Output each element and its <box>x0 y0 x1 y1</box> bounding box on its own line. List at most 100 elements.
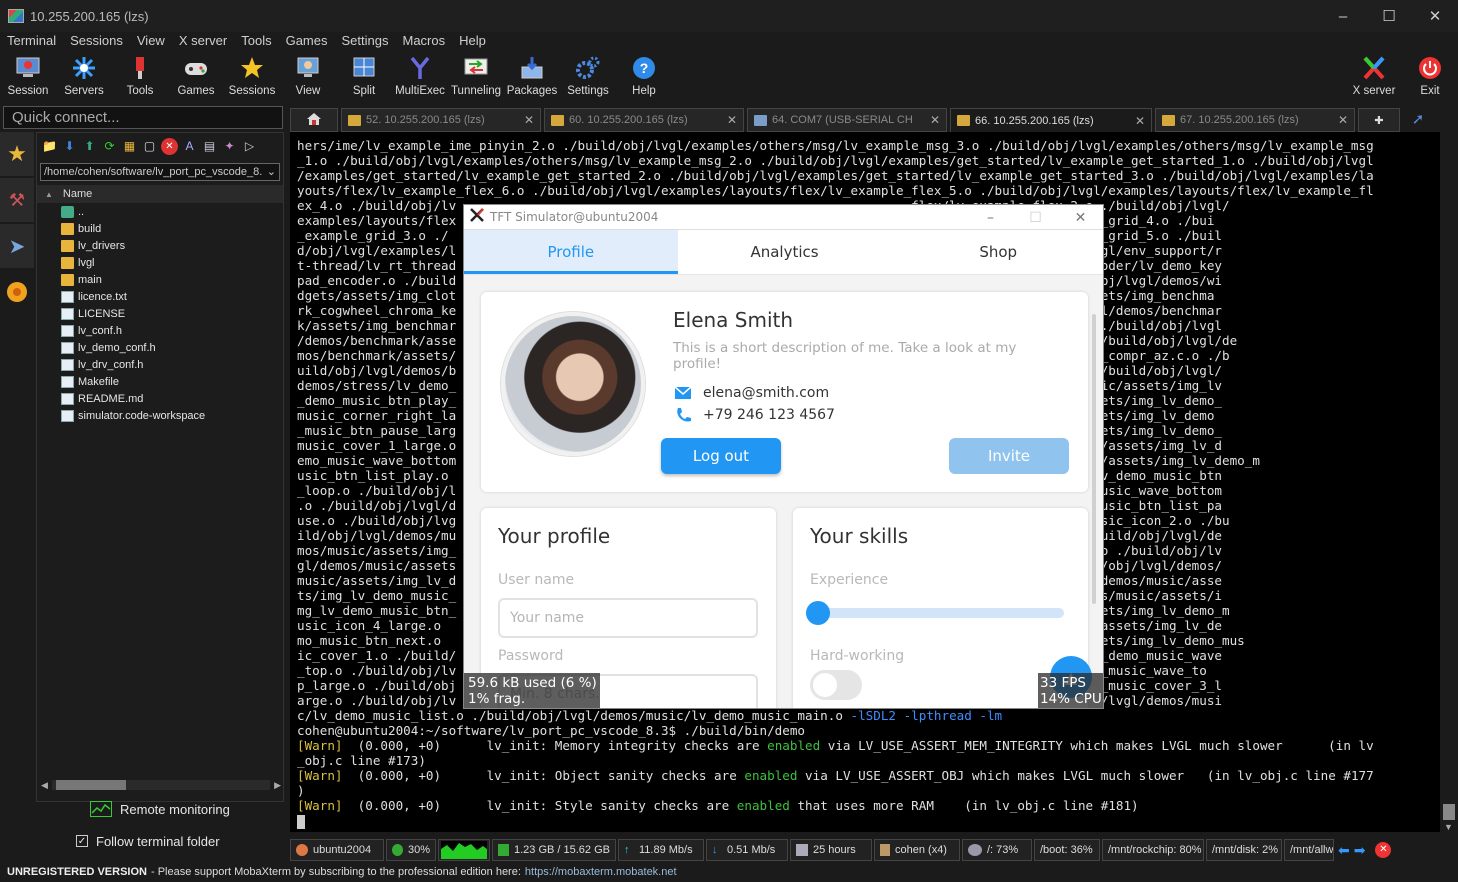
tab-session-60[interactable]: 60. 10.255.200.165 (lzs) ✕ <box>544 108 744 132</box>
new-folder-icon[interactable]: ▦ <box>121 138 138 155</box>
invite-button[interactable]: Invite <box>949 438 1069 474</box>
sidebar-hscrollbar[interactable]: ◀ ▶ <box>41 778 281 792</box>
upload-icon[interactable]: ⬆ <box>81 138 98 155</box>
toolbar-sessions-button[interactable]: Sessions <box>224 51 280 103</box>
toolbar-servers-button[interactable]: Servers <box>56 51 112 103</box>
close-status-icon[interactable]: ✕ <box>1375 842 1392 858</box>
status-disk-mnt[interactable]: /mnt/disk: 2% <box>1206 839 1282 861</box>
delete-icon[interactable]: ✕ <box>161 137 178 155</box>
properties-icon[interactable]: ▤ <box>201 138 218 155</box>
tab-session-67[interactable]: 67. 10.255.200.165 (lzs) ✕ <box>1155 108 1355 132</box>
attach-icon[interactable]: ➚ <box>1403 106 1433 132</box>
menu-terminal[interactable]: Terminal <box>0 32 63 51</box>
remote-path-input[interactable]: /home/cohen/software/lv_port_pc_vscode_8… <box>40 163 280 181</box>
file-item-lv-drv-conf-h[interactable]: lv_drv_conf.h <box>37 356 283 373</box>
toolbar-help-button[interactable]: ? Help <box>616 51 672 103</box>
scroll-down-icon[interactable]: ▼ <box>1444 822 1453 832</box>
toolbar-multiexec-button[interactable]: MultiExec <box>392 51 448 103</box>
sim-minimize-button[interactable]: – <box>968 205 1013 230</box>
tab-home[interactable] <box>290 108 338 132</box>
minimize-button[interactable]: – <box>1320 0 1366 32</box>
file-item-lvgl[interactable]: lvgl <box>37 254 283 271</box>
rename-icon[interactable]: A <box>181 138 198 155</box>
menu-view[interactable]: View <box>130 32 172 51</box>
toolbar-xserver-button[interactable]: X server <box>1346 51 1402 103</box>
file-item-build[interactable]: build <box>37 220 283 237</box>
mobaxterm-link[interactable]: https://mobaxterm.mobatek.net <box>525 866 677 878</box>
menu-help[interactable]: Help <box>452 32 493 51</box>
remote-monitoring-button[interactable]: Remote monitoring <box>36 797 284 821</box>
toolbar-session-button[interactable]: Session <box>0 51 56 103</box>
tab-shop[interactable]: Shop <box>891 230 1103 274</box>
toolbar-tools-button[interactable]: Tools <box>112 51 168 103</box>
new-file-icon[interactable]: ▢ <box>141 138 158 155</box>
file-item-main[interactable]: main <box>37 271 283 288</box>
file-list-header[interactable]: ▲ Name <box>37 185 283 203</box>
status-cpu[interactable]: 30% <box>386 839 436 861</box>
menu-x-server[interactable]: X server <box>172 32 234 51</box>
select-icon[interactable]: ▷ <box>241 138 258 155</box>
tab-session-66[interactable]: 66. 10.255.200.165 (lzs) ✕ <box>950 108 1152 132</box>
toolbar-tunneling-button[interactable]: Tunneling <box>448 51 504 103</box>
tab-profile[interactable]: Profile <box>464 230 678 274</box>
file-item-readme-md[interactable]: README.md <box>37 390 283 407</box>
toolbar-settings-button[interactable]: Settings <box>560 51 616 103</box>
close-tab-icon[interactable]: ✕ <box>1338 113 1348 127</box>
status-memory[interactable]: 1.23 GB / 15.62 GB <box>492 839 616 861</box>
status-uptime[interactable]: 25 hours <box>790 839 872 861</box>
menu-tools[interactable]: Tools <box>234 32 278 51</box>
download-icon[interactable]: ⬇ <box>61 138 78 155</box>
up-folder-icon[interactable]: 📁 <box>41 138 58 155</box>
toolbar-view-button[interactable]: View <box>280 51 336 103</box>
menu-sessions[interactable]: Sessions <box>63 32 130 51</box>
sidebar-tab-tools[interactable]: ⚒ <box>0 178 34 222</box>
scroll-right-icon[interactable]: ▶ <box>274 780 281 791</box>
sidebar-tab-sessions[interactable]: ★ <box>0 132 34 176</box>
menu-macros[interactable]: Macros <box>395 32 452 51</box>
maximize-button[interactable]: ☐ <box>1366 0 1412 32</box>
status-hostname[interactable]: ubuntu2004 <box>290 839 384 861</box>
arrow-right-icon[interactable]: ➡ <box>1354 842 1366 859</box>
file-item-lv-demo-conf-h[interactable]: lv_demo_conf.h <box>37 339 283 356</box>
close-button[interactable]: ✕ <box>1412 0 1458 32</box>
terminal-vscrollbar[interactable]: ▼ <box>1440 132 1458 838</box>
simulator-scrollbar[interactable] <box>1092 314 1096 604</box>
follow-terminal-folder-checkbox[interactable]: ✓ Follow terminal folder <box>36 829 284 853</box>
close-tab-icon[interactable]: ✕ <box>1135 114 1145 128</box>
close-tab-icon[interactable]: ✕ <box>524 113 534 127</box>
wand-icon[interactable]: ✦ <box>221 138 238 155</box>
tab-analytics[interactable]: Analytics <box>678 230 892 274</box>
menu-settings[interactable]: Settings <box>335 32 396 51</box>
status-upload[interactable]: ↑ 11.89 Mb/s <box>618 839 704 861</box>
sim-close-button[interactable]: ✕ <box>1058 205 1103 230</box>
arrow-left-icon[interactable]: ⬅ <box>1338 842 1350 859</box>
hard-working-switch[interactable] <box>810 670 862 700</box>
user-name-input[interactable]: Your name <box>498 598 758 638</box>
new-tab-button[interactable]: ✚ <box>1358 108 1400 132</box>
close-tab-icon[interactable]: ✕ <box>727 113 737 127</box>
toolbar-packages-button[interactable]: Packages <box>504 51 560 103</box>
sim-maximize-button[interactable]: ☐ <box>1013 205 1058 230</box>
toolbar-exit-button[interactable]: Exit <box>1402 51 1458 103</box>
file-item-licence-txt[interactable]: licence.txt <box>37 288 283 305</box>
status-download[interactable]: ↓ 0.51 Mb/s <box>706 839 788 861</box>
quick-connect-input[interactable]: Quick connect... <box>3 106 283 129</box>
menu-games[interactable]: Games <box>279 32 335 51</box>
status-disk-root[interactable]: /: 73% <box>962 839 1032 861</box>
tab-session-64[interactable]: 64. COM7 (USB-SERIAL CH ✕ <box>747 108 947 132</box>
slider-knob[interactable] <box>806 601 830 625</box>
chevron-down-icon[interactable]: ⌄ <box>267 164 276 180</box>
sidebar-tab-macros[interactable] <box>0 270 34 314</box>
file-item-makefile[interactable]: Makefile <box>37 373 283 390</box>
status-disk-allwinner[interactable]: /mnt/allwir <box>1284 839 1334 861</box>
file-item-license[interactable]: LICENSE <box>37 305 283 322</box>
toolbar-games-button[interactable]: Games <box>168 51 224 103</box>
logout-button[interactable]: Log out <box>661 438 781 474</box>
file-item-lv-drivers[interactable]: lv_drivers <box>37 237 283 254</box>
scroll-left-icon[interactable]: ◀ <box>41 780 48 791</box>
close-tab-icon[interactable]: ✕ <box>930 113 940 127</box>
toolbar-split-button[interactable]: Split <box>336 51 392 103</box>
file-item-simulator-workspace[interactable]: simulator.code-workspace <box>37 407 283 424</box>
status-disk-boot[interactable]: /boot: 36% <box>1034 839 1100 861</box>
status-disk-rockchip[interactable]: /mnt/rockchip: 80% <box>1102 839 1204 861</box>
